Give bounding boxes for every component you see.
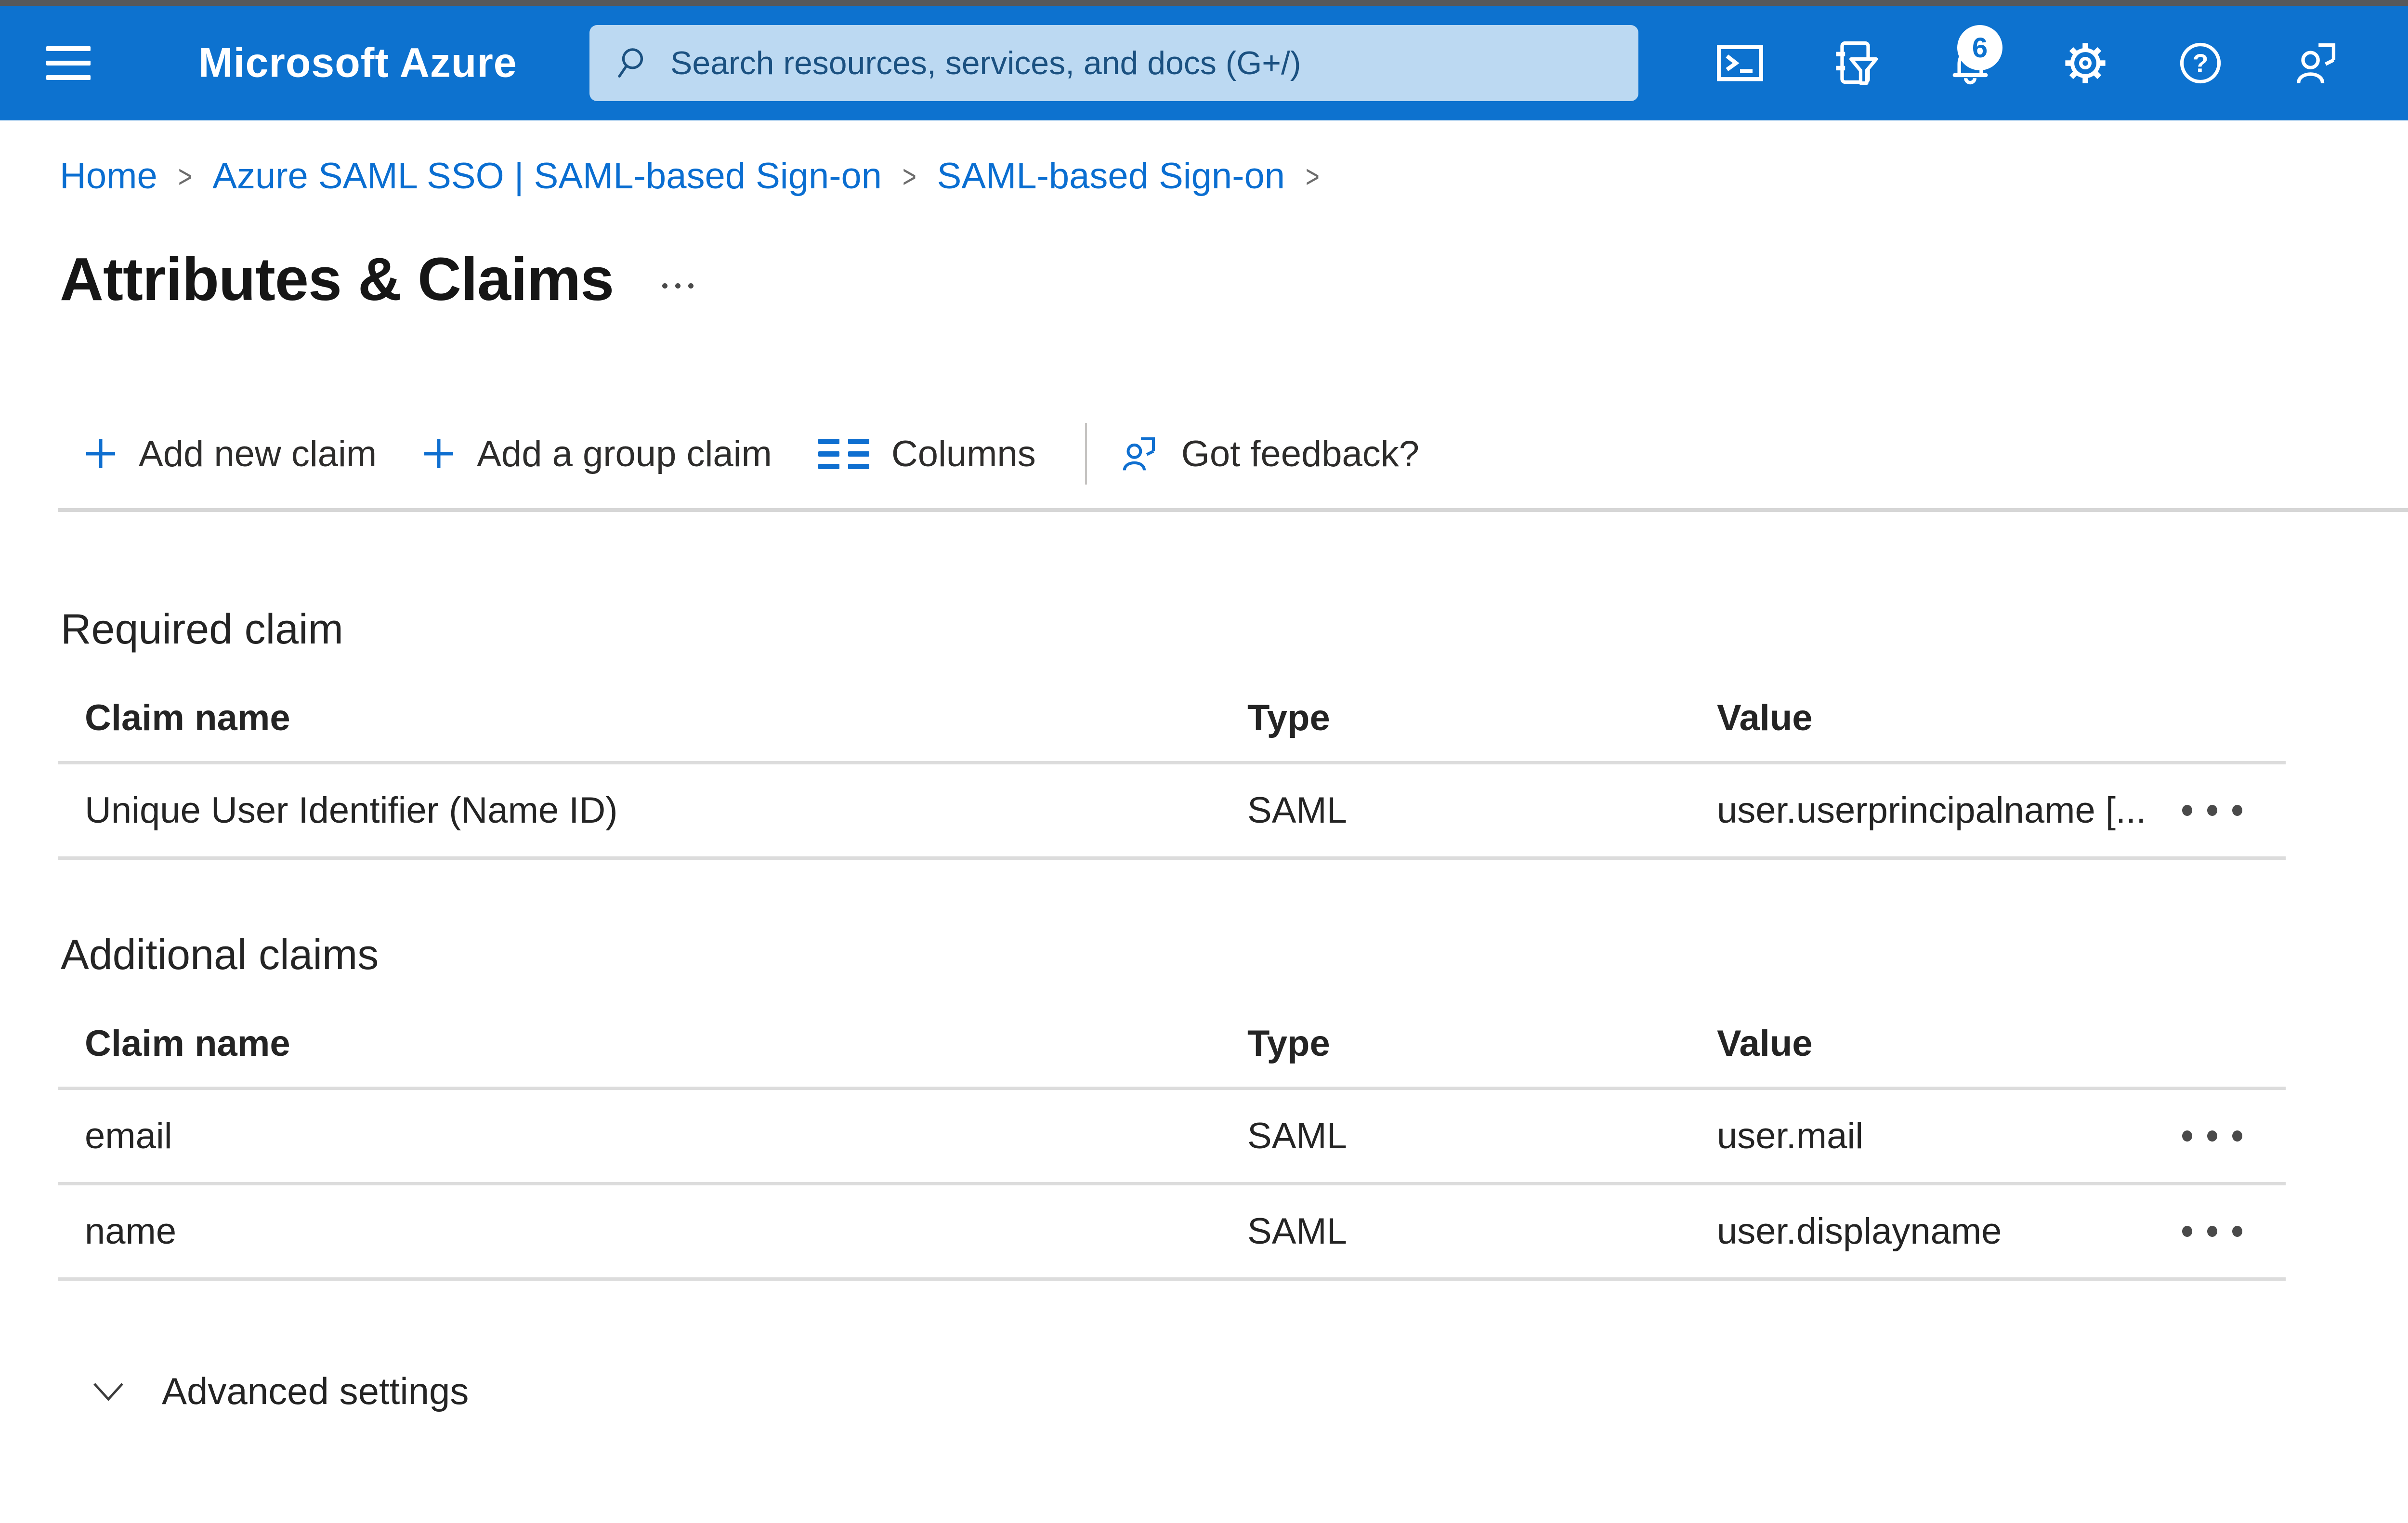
hamburger-menu-button[interactable] [46, 46, 91, 80]
brand-microsoft-azure[interactable]: Microsoft Azure [198, 39, 517, 87]
topbar-icon-group: 6 ? [1704, 25, 2352, 99]
got-feedback-button[interactable]: Got feedback? [1118, 433, 1419, 475]
page-context-menu-button[interactable] [662, 283, 694, 289]
notification-count-badge: 6 [1957, 25, 2002, 70]
search-input[interactable] [670, 44, 1614, 82]
required-claim-table: Claim name Type Value Unique User Identi… [58, 675, 2286, 860]
table-row[interactable]: Unique User Identifier (Name ID) SAML us… [58, 764, 2286, 860]
cell-type: SAML [1247, 1211, 1347, 1252]
additional-claims-title: Additional claims [61, 931, 379, 978]
add-group-claim-button[interactable]: Add a group claim [423, 433, 772, 475]
columns-icon [818, 438, 869, 469]
cell-claim-name: name [85, 1211, 177, 1252]
column-header-value: Value [1717, 697, 1813, 738]
add-new-claim-label: Add new claim [139, 433, 377, 474]
page-header: Attributes & Claims [60, 244, 2408, 326]
columns-button[interactable]: Columns [818, 433, 1036, 475]
plus-icon [86, 439, 115, 468]
notifications-button[interactable]: 6 [1934, 25, 2006, 99]
breadcrumb: Home > Azure SAML SSO | SAML-based Sign-… [60, 155, 2408, 197]
add-group-claim-label: Add a group claim [477, 433, 772, 474]
azure-top-bar: Microsoft Azure Search resources, servic… [0, 6, 2408, 120]
breadcrumb-separator: > [902, 158, 916, 194]
column-header-type: Type [1247, 1023, 1330, 1064]
cell-type: SAML [1247, 790, 1347, 831]
hamburger-icon [46, 46, 91, 51]
cell-value: user.displayname [1717, 1211, 2002, 1252]
breadcrumb-app-sso[interactable]: Azure SAML SSO | SAML-based Sign-on [212, 155, 882, 197]
toolbar-divider [1085, 423, 1087, 485]
breadcrumb-home[interactable]: Home [60, 155, 157, 197]
cloud-shell-icon [1717, 45, 1763, 81]
toolbar-bottom-rule [58, 508, 2408, 512]
row-context-menu-button[interactable] [2182, 1226, 2286, 1237]
breadcrumb-separator: > [1305, 158, 1320, 194]
feedback-button[interactable] [2279, 27, 2352, 99]
add-new-claim-button[interactable]: Add new claim [85, 433, 377, 475]
three-dots-icon [2182, 1130, 2192, 1142]
required-claim-title: Required claim [61, 605, 343, 653]
chevron-down-icon [93, 1382, 123, 1401]
column-header-value: Value [1717, 1023, 1813, 1064]
plus-icon [424, 439, 454, 468]
settings-button[interactable] [2049, 27, 2121, 99]
cell-value: user.mail [1717, 1116, 1864, 1156]
subscription-filter-button[interactable] [1819, 27, 1891, 99]
columns-label: Columns [891, 433, 1036, 474]
column-header-claim-name: Claim name [85, 1023, 290, 1064]
breadcrumb-saml-signon[interactable]: SAML-based Sign-on [937, 155, 1285, 197]
search-icon [618, 48, 643, 78]
feedback-person-icon [2297, 43, 2336, 84]
help-button[interactable]: ? [2164, 27, 2237, 99]
svg-text:?: ? [2192, 49, 2208, 78]
cell-claim-name: Unique User Identifier (Name ID) [85, 790, 618, 831]
ellipsis-icon [662, 283, 667, 289]
row-context-menu-button[interactable] [2182, 1130, 2286, 1142]
window-top-edge [0, 0, 2408, 6]
cell-claim-name: email [85, 1116, 172, 1156]
column-header-type: Type [1247, 697, 1330, 738]
advanced-settings-label: Advanced settings [162, 1370, 469, 1412]
cell-type: SAML [1247, 1116, 1347, 1156]
additional-claims-table: Claim name Type Value email SAML user.ma… [58, 1000, 2286, 1281]
page-title: Attributes & Claims [60, 245, 614, 313]
row-context-menu-button[interactable] [2182, 805, 2286, 816]
gear-icon [2065, 43, 2106, 83]
three-dots-icon [2182, 805, 2192, 816]
feedback-person-icon [1123, 437, 1155, 471]
table-row[interactable]: name SAML user.displayname [58, 1185, 2286, 1281]
advanced-settings-toggle[interactable]: Advanced settings [92, 1369, 469, 1413]
three-dots-icon [2182, 1226, 2192, 1237]
cell-value: user.userprincipalname [... [1717, 790, 2146, 831]
additional-claims-section: Additional claims Claim name Type Value … [58, 930, 2408, 1281]
column-header-claim-name: Claim name [85, 697, 290, 738]
required-claim-section: Required claim Claim name Type Value Uni… [58, 604, 2408, 860]
got-feedback-label: Got feedback? [1181, 433, 1420, 474]
table-header-row: Claim name Type Value [58, 1000, 2286, 1090]
help-icon: ? [2180, 42, 2221, 84]
subscription-filter-icon [1836, 41, 1878, 85]
table-header-row: Claim name Type Value [58, 675, 2286, 764]
breadcrumb-separator: > [178, 158, 192, 194]
table-row[interactable]: email SAML user.mail [58, 1090, 2286, 1185]
cloud-shell-button[interactable] [1704, 27, 1776, 99]
command-bar: Add new claim Add a group claim Columns … [85, 422, 2408, 485]
global-search-box[interactable] [589, 25, 1638, 101]
